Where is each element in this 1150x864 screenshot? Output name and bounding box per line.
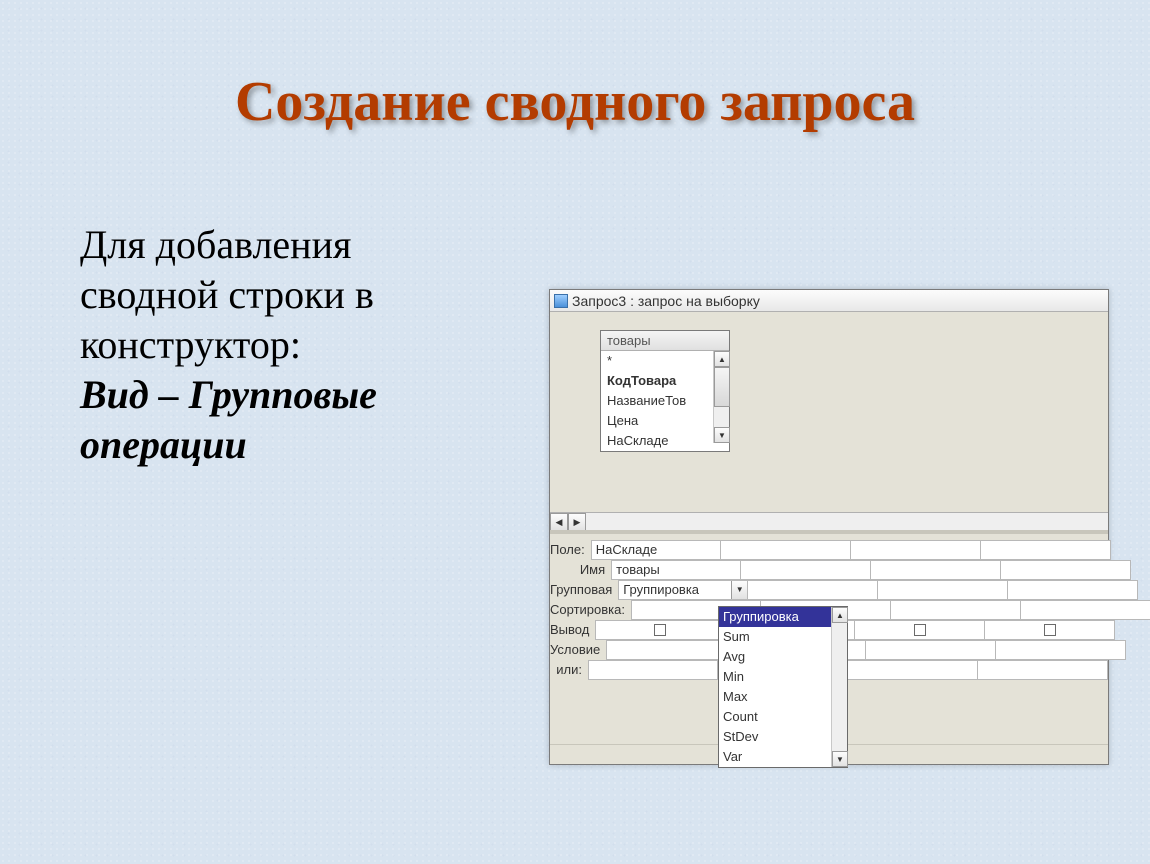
grid-label-tablename: Имя таблицы:: [550, 560, 611, 580]
table-card[interactable]: товары * КодТовара НазваниеТов Цена НаСк…: [600, 330, 730, 452]
scroll-up-icon[interactable]: ▲: [714, 351, 730, 367]
grid-cell-groupop[interactable]: Группировка ▼: [618, 580, 748, 600]
scroll-left-icon[interactable]: ◀: [550, 513, 568, 531]
grid-cell[interactable]: [981, 540, 1111, 560]
table-field[interactable]: НазваниеТов: [601, 391, 729, 411]
embedded-screenshot: Запрос3 : запрос на выборку товары * Код…: [549, 289, 1109, 765]
dropdown-item[interactable]: Min: [719, 667, 847, 687]
grid-cell-show[interactable]: [985, 620, 1115, 640]
grid-label-field: Поле:: [550, 540, 591, 560]
table-card-header: товары: [601, 331, 729, 351]
dropdown-item[interactable]: StDev: [719, 727, 847, 747]
dropdown-item[interactable]: Группировка: [719, 607, 847, 627]
grid-cell-field[interactable]: НаСкладе: [591, 540, 721, 560]
dropdown-button-icon[interactable]: ▼: [731, 581, 747, 599]
slide-title: Создание сводного запроса: [0, 70, 1150, 134]
body-line: Для добавления: [80, 222, 351, 267]
grid-cell-value: Группировка: [623, 582, 699, 597]
grid-label-show: Вывод на экран:: [550, 620, 595, 640]
grid-cell[interactable]: [878, 580, 1008, 600]
scroll-down-icon[interactable]: ▼: [714, 427, 730, 443]
scrollbar-horizontal[interactable]: ◀ ▶: [550, 512, 1108, 530]
table-field[interactable]: Цена: [601, 411, 729, 431]
grid-cell[interactable]: [848, 660, 978, 680]
table-field[interactable]: НаСкладе: [601, 431, 729, 451]
grid-cell-show[interactable]: [595, 620, 725, 640]
window-titlebar: Запрос3 : запрос на выборку: [550, 290, 1108, 312]
query-grid-pane: Поле: НаСкладе Имя таблицы: товары: [550, 530, 1108, 764]
grid-cell[interactable]: [851, 540, 981, 560]
dropdown-item[interactable]: Avg: [719, 647, 847, 667]
table-field[interactable]: КодТовара: [601, 371, 729, 391]
grid-cell[interactable]: [866, 640, 996, 660]
query-tables-pane: товары * КодТовара НазваниеТов Цена НаСк…: [550, 312, 1108, 512]
dropdown-item[interactable]: Sum: [719, 627, 847, 647]
checkbox[interactable]: [654, 624, 666, 636]
grid-cell[interactable]: [1008, 580, 1138, 600]
window-icon: [554, 294, 568, 308]
grid-cell[interactable]: [748, 580, 878, 600]
groupop-dropdown[interactable]: Группировка Sum Avg Min Max Count StDev …: [718, 606, 848, 768]
table-field[interactable]: *: [601, 351, 729, 371]
grid-label-or: или:: [550, 660, 588, 680]
checkbox[interactable]: [1044, 624, 1056, 636]
checkbox[interactable]: [914, 624, 926, 636]
grid-cell-criteria[interactable]: [606, 640, 736, 660]
scroll-right-icon[interactable]: ▶: [568, 513, 586, 531]
dropdown-item[interactable]: Var: [719, 747, 847, 767]
grid-cell-tablename[interactable]: товары: [611, 560, 741, 580]
grid-cell[interactable]: [1001, 560, 1131, 580]
scroll-thumb[interactable]: [714, 367, 730, 407]
grid-cell-or[interactable]: [588, 660, 718, 680]
body-line: конструктор:: [80, 322, 301, 367]
grid-cell[interactable]: [871, 560, 1001, 580]
grid-cell[interactable]: [1021, 600, 1150, 620]
grid-label-sort: Сортировка:: [550, 600, 631, 620]
grid-label-criteria: Условие отбора:: [550, 640, 606, 660]
grid-cell[interactable]: [721, 540, 851, 560]
scroll-up-icon[interactable]: ▲: [832, 607, 848, 623]
grid-cell[interactable]: [978, 660, 1108, 680]
grid-cell[interactable]: [996, 640, 1126, 660]
grid-cell[interactable]: [741, 560, 871, 580]
dropdown-scrollbar[interactable]: ▲ ▼: [831, 607, 847, 767]
body-line: сводной строки в: [80, 272, 374, 317]
grid-cell-show[interactable]: [855, 620, 985, 640]
scrollbar-vertical[interactable]: ▲ ▼: [713, 351, 729, 443]
dropdown-item[interactable]: Count: [719, 707, 847, 727]
scroll-down-icon[interactable]: ▼: [832, 751, 848, 767]
body-emphasis: Вид – Групповые операции: [80, 372, 377, 467]
slide-body: Для добавления сводной строки в конструк…: [80, 220, 520, 470]
window-title-text: Запрос3 : запрос на выборку: [572, 293, 760, 309]
dropdown-item[interactable]: Max: [719, 687, 847, 707]
grid-cell[interactable]: [891, 600, 1021, 620]
grid-label-groupop: Групповая операция:: [550, 580, 618, 600]
